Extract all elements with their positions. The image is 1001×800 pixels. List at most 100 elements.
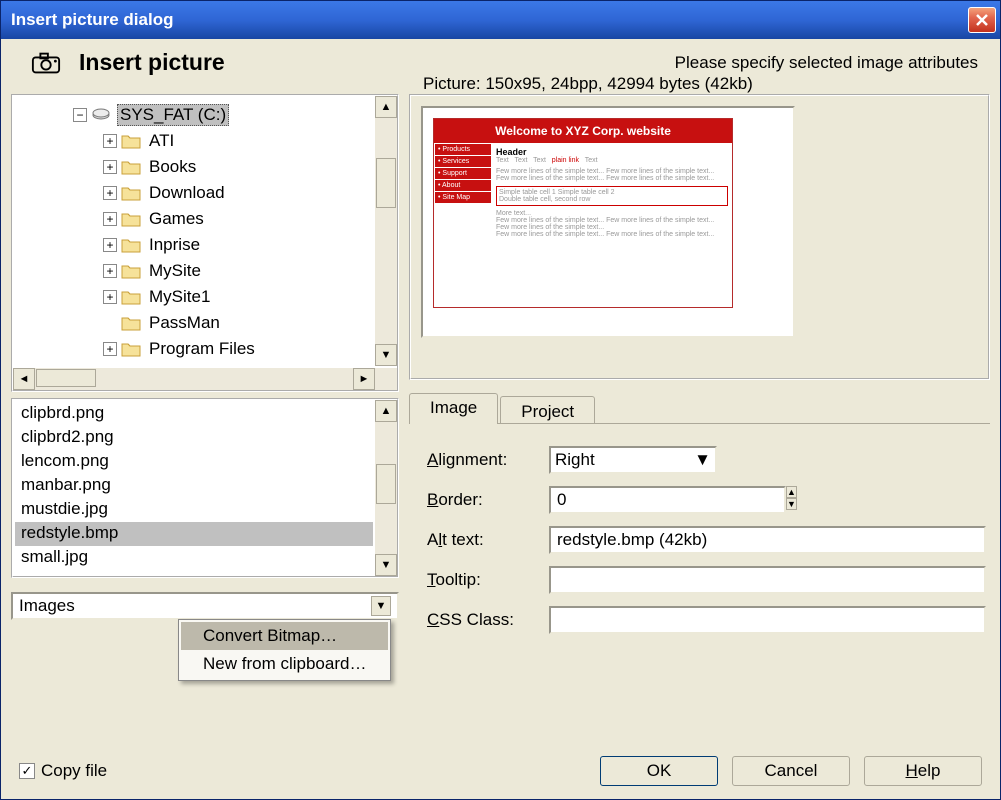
preview-thumbnail: Welcome to XYZ Corp. website • Products•… xyxy=(433,118,733,308)
tooltip-label: Tooltip: xyxy=(427,570,549,590)
expand-icon[interactable]: + xyxy=(103,212,117,226)
expand-icon[interactable]: + xyxy=(103,264,117,278)
file-item[interactable]: clipbrd2.png xyxy=(15,426,373,450)
menu-convert-bitmap[interactable]: Convert Bitmap… xyxy=(181,622,388,650)
file-list[interactable]: clipbrd.pngclipbrd2.pnglencom.pngmanbar.… xyxy=(11,398,399,578)
tree-scrollbar-h[interactable]: ◄ ► xyxy=(13,368,375,390)
tree-label: Games xyxy=(147,209,206,229)
folder-icon xyxy=(121,288,141,306)
collapse-icon[interactable]: − xyxy=(73,108,87,122)
tab-project[interactable]: Project xyxy=(500,396,595,423)
dialog-footer: ✓ Copy file OK Cancel Help xyxy=(1,743,1000,799)
expand-icon[interactable]: + xyxy=(103,134,117,148)
context-menu[interactable]: Convert Bitmap… New from clipboard… xyxy=(178,619,391,681)
scroll-up-button[interactable]: ▲ xyxy=(375,400,397,422)
expand-icon[interactable]: + xyxy=(103,160,117,174)
expand-icon[interactable]: + xyxy=(103,342,117,356)
border-input[interactable]: ▲▼ xyxy=(549,486,717,514)
file-rows: clipbrd.pngclipbrd2.pnglencom.pngmanbar.… xyxy=(15,402,373,574)
filetype-value: Images xyxy=(19,596,75,616)
expand-icon[interactable]: + xyxy=(103,290,117,304)
help-button[interactable]: Help xyxy=(864,756,982,786)
folder-icon xyxy=(121,184,141,202)
dropdown-icon[interactable]: ▼ xyxy=(371,596,391,616)
tooltip-input[interactable] xyxy=(549,566,986,594)
cancel-button[interactable]: Cancel xyxy=(732,756,850,786)
alt-label: Alt text: xyxy=(427,530,549,550)
copyfile-checkbox[interactable]: ✓ Copy file xyxy=(19,761,107,781)
border-label: Border: xyxy=(427,490,549,510)
alignment-label: Alignment: xyxy=(427,450,549,470)
filetype-select[interactable]: Images ▼ xyxy=(11,592,399,620)
file-item[interactable]: small.jpg xyxy=(15,546,373,570)
spin-down[interactable]: ▼ xyxy=(786,498,797,510)
expand-icon[interactable]: + xyxy=(103,186,117,200)
row-css: CSS Class: xyxy=(427,600,986,640)
tree-node[interactable]: + Books xyxy=(13,154,373,180)
scroll-thumb[interactable] xyxy=(376,464,396,504)
checkbox-icon: ✓ xyxy=(19,763,35,779)
row-tooltip: Tooltip: xyxy=(427,560,986,600)
file-item[interactable]: clipbrd.png xyxy=(15,402,373,426)
preview-legend: Picture: 150x95, 24bpp, 42994 bytes (42k… xyxy=(419,74,757,94)
expand-icon[interactable]: + xyxy=(103,238,117,252)
file-item[interactable]: manbar.png xyxy=(15,474,373,498)
close-icon xyxy=(975,13,989,27)
tree-node[interactable]: + ATI xyxy=(13,128,373,154)
alignment-select[interactable]: Right ▼ xyxy=(549,446,717,474)
tree-node[interactable]: PassMan xyxy=(13,310,373,336)
cssclass-input[interactable] xyxy=(549,606,986,634)
dialog-subtitle: Please specify selected image attributes xyxy=(675,53,978,73)
menu-new-from-clipboard[interactable]: New from clipboard… xyxy=(181,650,388,678)
preview-inner: Welcome to XYZ Corp. website • Products•… xyxy=(421,106,795,338)
file-item[interactable]: lencom.png xyxy=(15,450,373,474)
dialog-window: Insert picture dialog Insert picture Ple… xyxy=(0,0,1001,800)
ok-button[interactable]: OK xyxy=(600,756,718,786)
tab-image[interactable]: Image xyxy=(409,393,498,424)
scroll-right-button[interactable]: ► xyxy=(353,368,375,390)
border-field[interactable] xyxy=(549,486,786,514)
folder-icon xyxy=(121,158,141,176)
tree-label: ATI xyxy=(147,131,176,151)
dialog-title: Insert picture xyxy=(79,49,225,76)
spin-up[interactable]: ▲ xyxy=(786,486,797,498)
filelist-scrollbar[interactable]: ▲ ▼ xyxy=(375,400,397,576)
scroll-left-button[interactable]: ◄ xyxy=(13,368,35,390)
folder-icon xyxy=(121,210,141,228)
tree-label: Inprise xyxy=(147,235,202,255)
close-button[interactable] xyxy=(968,7,996,33)
tree-label: MySite xyxy=(147,261,203,281)
tree-node[interactable]: + Games xyxy=(13,206,373,232)
file-item[interactable]: mustdie.jpg xyxy=(15,498,373,522)
tree-node[interactable]: + Inprise xyxy=(13,232,373,258)
alt-input[interactable] xyxy=(549,526,986,554)
scroll-thumb[interactable] xyxy=(36,369,96,387)
scroll-down-button[interactable]: ▼ xyxy=(375,554,397,576)
tree-node-root[interactable]: − SYS_FAT (C:) xyxy=(13,102,373,128)
scroll-down-button[interactable]: ▼ xyxy=(375,344,397,366)
scroll-up-button[interactable]: ▲ xyxy=(375,96,397,118)
scroll-corner xyxy=(375,368,397,390)
tree-node[interactable]: + MySite xyxy=(13,258,373,284)
tree-label: MySite1 xyxy=(147,287,212,307)
right-column: Picture: 150x95, 24bpp, 42994 bytes (42k… xyxy=(409,88,990,743)
tree-label: PassMan xyxy=(147,313,222,333)
image-properties-form: Alignment: Right ▼ Border: ▲▼ Alt text: xyxy=(409,424,990,640)
tree-node[interactable]: + MySite1 xyxy=(13,284,373,310)
title-bar: Insert picture dialog xyxy=(1,1,1000,39)
tab-bar: Image Project xyxy=(409,392,990,424)
tree-label: Program Files xyxy=(147,339,257,359)
tree-node[interactable]: + Program Files xyxy=(13,336,373,362)
tree-label: Books xyxy=(147,157,198,177)
tree-list: − SYS_FAT (C:) +ATI+Books+Download+Games… xyxy=(13,96,373,366)
tree-node[interactable]: +Download xyxy=(13,180,373,206)
scroll-thumb[interactable] xyxy=(376,158,396,208)
folder-tree[interactable]: − SYS_FAT (C:) +ATI+Books+Download+Games… xyxy=(11,94,399,392)
tree-scrollbar-v[interactable]: ▲ ▼ xyxy=(375,96,397,366)
folder-icon xyxy=(121,340,141,358)
dropdown-icon[interactable]: ▼ xyxy=(694,450,711,470)
main-area: − SYS_FAT (C:) +ATI+Books+Download+Games… xyxy=(1,88,1000,743)
camera-icon xyxy=(31,51,61,75)
preview-box: Welcome to XYZ Corp. website • Products•… xyxy=(409,94,990,380)
file-item[interactable]: redstyle.bmp xyxy=(15,522,373,546)
